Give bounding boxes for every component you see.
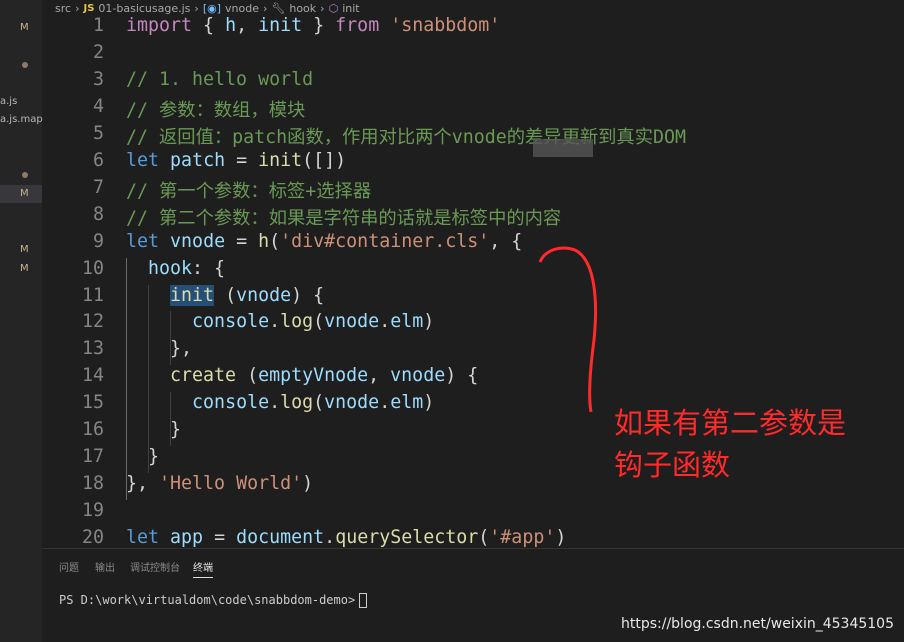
watermark: https://blog.csdn.net/weixin_45345105 [620,616,894,632]
tab-problems[interactable]: 问题 [59,559,79,574]
tab-debug-console[interactable]: 调试控制台 [130,559,180,574]
annotation-line: 如果有第二参数是 [614,406,847,440]
terminal-prompt: PS D:\work\virtualdom\code\snabbdom-demo… [59,593,356,607]
annotation-line: 钩子函数 [614,448,731,482]
tab-terminal[interactable]: 终端 [193,559,213,578]
annotation-note: 如果有第二参数是 钩子函数 [614,402,846,486]
terminal[interactable]: PS D:\work\virtualdom\code\snabbdom-demo… [59,593,368,608]
annotation-arrow [538,246,598,413]
tab-output[interactable]: 输出 [95,559,115,574]
terminal-cursor [359,593,368,608]
